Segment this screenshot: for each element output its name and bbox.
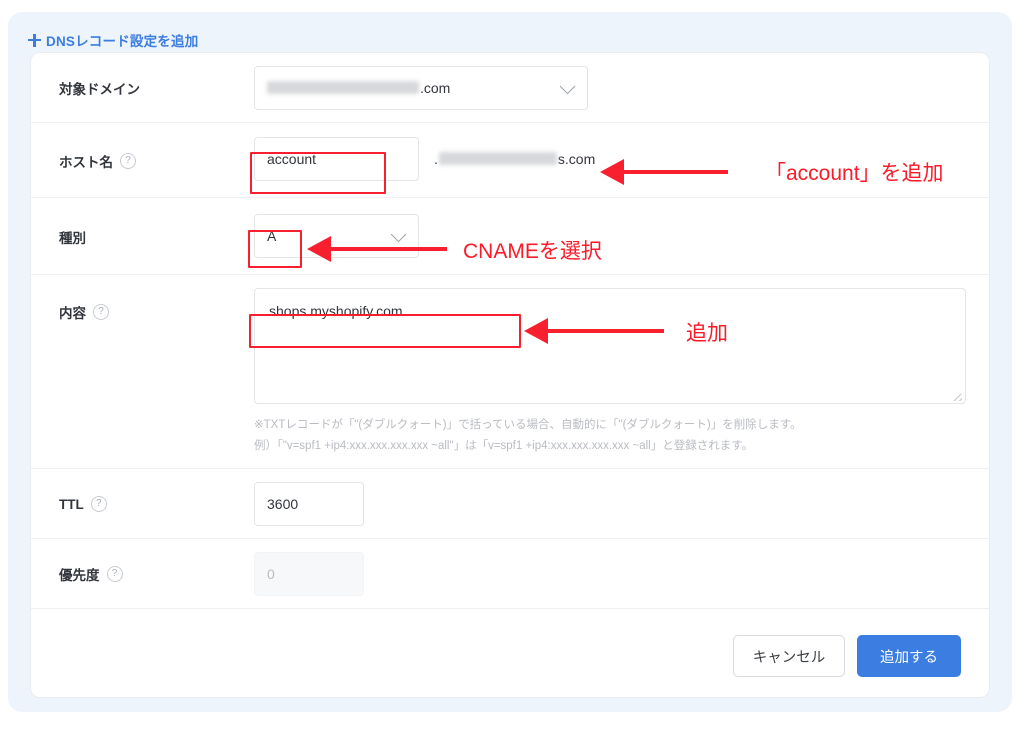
resize-handle-icon[interactable]	[952, 391, 962, 401]
help-icon-content[interactable]: ?	[93, 304, 109, 320]
hostname-suffix-visible: s.com	[557, 151, 596, 167]
field-target-domain: .com	[254, 53, 961, 110]
chevron-down-icon-type	[390, 226, 407, 243]
row-content: 内容 ? shops.myshopify.com ※TXTレコードが「"(ダブル…	[31, 275, 989, 469]
row-ttl: TTL ? 3600	[31, 469, 989, 539]
label-priority: 優先度 ?	[59, 539, 254, 609]
panel-header[interactable]: DNSレコード設定を追加	[28, 30, 198, 50]
field-hostname: account . s.com	[254, 123, 961, 181]
chevron-down-icon	[559, 78, 576, 95]
field-ttl: 3600	[254, 469, 961, 526]
form-actions: キャンセル 追加する	[31, 609, 989, 677]
label-priority-text: 優先度	[59, 568, 100, 583]
row-record-type: 種別 A	[31, 198, 989, 275]
label-ttl: TTL ?	[59, 469, 254, 539]
record-type-value: A	[267, 228, 277, 244]
hostname-input[interactable]: account	[254, 137, 419, 181]
priority-input-value: 0	[267, 566, 275, 582]
field-record-type: A	[254, 198, 961, 258]
help-icon-ttl[interactable]: ?	[90, 496, 107, 512]
plus-icon	[28, 33, 41, 47]
ttl-input[interactable]: 3600	[254, 482, 364, 526]
hostname-domain-suffix: . s.com	[434, 151, 596, 167]
field-content: shops.myshopify.com ※TXTレコードが「"(ダブルクォート)…	[254, 275, 966, 458]
panel-header-label: DNSレコード設定を追加	[46, 34, 199, 49]
screenshot-root: DNSレコード設定を追加 対象ドメイン .com ホスト名 ? account …	[0, 0, 1024, 730]
content-note: ※TXTレコードが「"(ダブルクォート)」で括っている場合、自動的に「"(ダブル…	[254, 415, 966, 458]
target-domain-suffix: .com	[420, 80, 451, 96]
label-content: 内容 ?	[59, 287, 254, 337]
ttl-input-value: 3600	[267, 496, 299, 512]
row-target-domain: 対象ドメイン .com	[31, 53, 989, 123]
target-domain-select[interactable]: .com	[254, 66, 588, 110]
redacted-domain-text	[267, 80, 419, 94]
dns-record-panel: DNSレコード設定を追加 対象ドメイン .com ホスト名 ? account …	[8, 12, 1012, 712]
content-textarea[interactable]: shops.myshopify.com	[254, 288, 966, 404]
content-note-line-2: 例）「"v=spf1 +ip4:xxx.xxx.xxx.xxx ~all"」は「…	[254, 440, 754, 453]
form-rows: 対象ドメイン .com ホスト名 ? account . s.com 種別 A …	[31, 53, 989, 677]
label-target-domain-text: 対象ドメイン	[59, 82, 140, 97]
label-hostname-text: ホスト名	[59, 154, 113, 170]
content-textarea-value: shops.myshopify.com	[269, 303, 403, 319]
content-note-line-1: ※TXTレコードが「"(ダブルクォート)」で括っている場合、自動的に「"(ダブル…	[254, 419, 802, 431]
hostname-input-value: account	[267, 151, 317, 167]
label-ttl-text: TTL	[59, 496, 84, 512]
cancel-button[interactable]: キャンセル	[733, 635, 845, 677]
label-hostname: ホスト名 ?	[59, 123, 254, 198]
help-icon-priority[interactable]: ?	[106, 566, 123, 582]
priority-input[interactable]: 0	[254, 552, 364, 596]
redacted-hostname-suffix	[438, 151, 557, 165]
dns-record-form-card: 対象ドメイン .com ホスト名 ? account . s.com 種別 A …	[30, 52, 990, 698]
label-record-type: 種別	[59, 198, 254, 275]
record-type-select[interactable]: A	[254, 214, 419, 258]
field-priority: 0	[254, 539, 961, 596]
row-hostname: ホスト名 ? account . s.com	[31, 123, 989, 198]
label-target-domain: 対象ドメイン	[59, 53, 254, 123]
add-button[interactable]: 追加する	[857, 635, 961, 677]
row-priority: 優先度 ? 0	[31, 539, 989, 609]
help-icon-hostname[interactable]: ?	[120, 152, 136, 169]
label-record-type-text: 種別	[59, 230, 86, 246]
label-content-text: 内容	[59, 306, 86, 321]
